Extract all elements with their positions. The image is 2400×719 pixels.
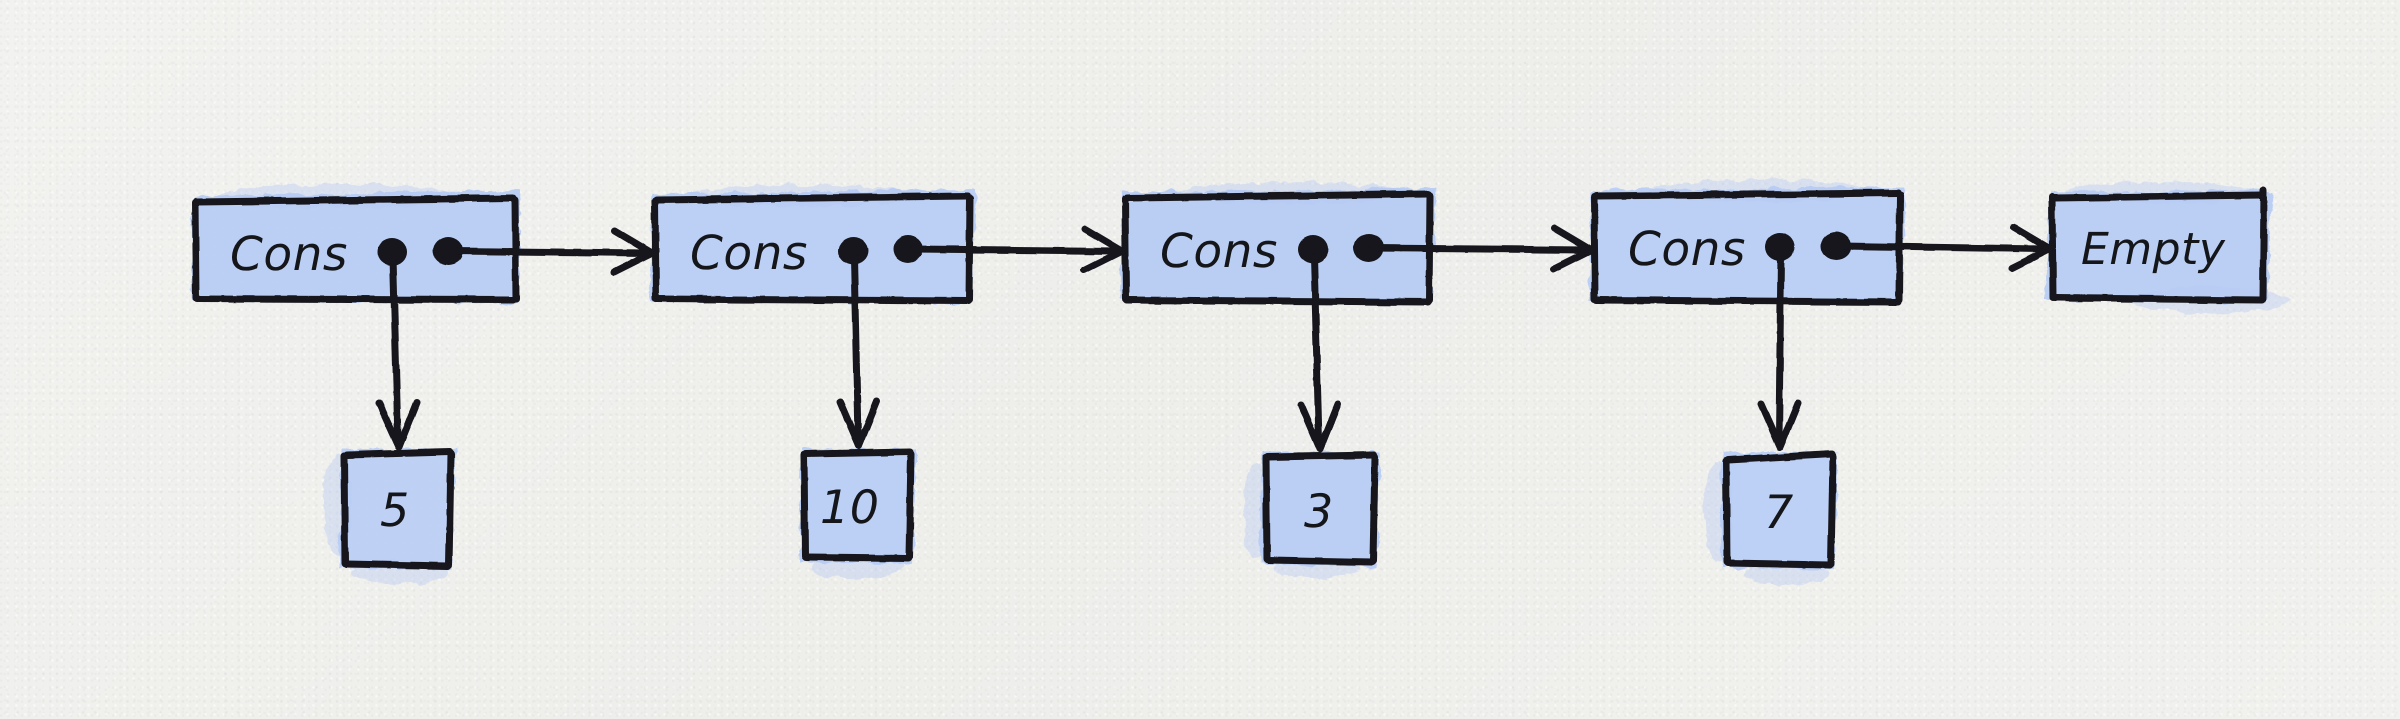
- diagram-canvas: Cons Cons Cons Cons Empty 5 10 3 7: [0, 0, 2400, 719]
- sketch-layer: [191, 180, 2290, 585]
- value-outline-layer: [340, 448, 1837, 570]
- value-arrows: [375, 250, 1802, 453]
